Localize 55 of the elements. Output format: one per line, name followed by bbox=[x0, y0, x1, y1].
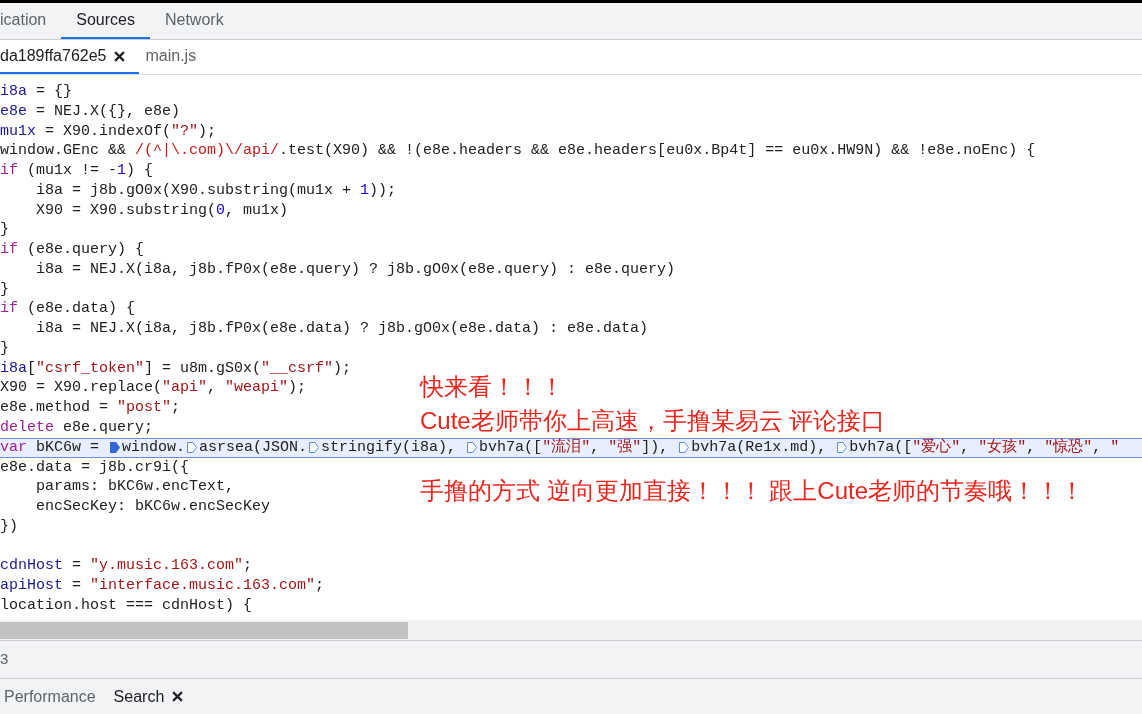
annotation-text: Cute老师带你上高速，手撸某易云 评论接口 bbox=[420, 406, 887, 436]
panel-tab[interactable]: ication bbox=[0, 3, 62, 39]
file-tab[interactable]: main.js bbox=[139, 40, 203, 74]
code-text: mu1x = X90.indexOf("?"); bbox=[0, 121, 217, 142]
code-text: window. bbox=[122, 438, 186, 457]
breakpoint-marker-icon[interactable] bbox=[186, 441, 199, 454]
breakpoint-marker-icon[interactable] bbox=[678, 441, 691, 454]
breakpoint-marker-icon[interactable] bbox=[109, 441, 122, 454]
code-text: e8e = NEJ.X({}, e8e) bbox=[0, 101, 181, 122]
code-text: bvh7a(Re1x.md), bbox=[691, 438, 828, 457]
code-text: X90 = X90.substring(0, mu1x) bbox=[35, 200, 289, 221]
tab-label: Performance bbox=[4, 686, 96, 707]
code-text: } bbox=[0, 220, 9, 240]
scrollbar-thumb[interactable] bbox=[0, 621, 408, 639]
close-icon[interactable] bbox=[114, 50, 126, 62]
breakpoint-marker-icon[interactable] bbox=[836, 441, 849, 454]
code-text: i8a = j8b.gO0x(X90.substring(mu1x + 1)); bbox=[35, 180, 397, 201]
code-text: asrsea(JSON. bbox=[199, 438, 308, 457]
panel-tab[interactable]: Network bbox=[149, 3, 239, 39]
status-text: 3 bbox=[0, 649, 9, 670]
code-text: } bbox=[0, 279, 9, 300]
code-text: encSecKey: bKC6w.encSecKey bbox=[35, 497, 271, 517]
file-name: da189ffa762e5 bbox=[0, 46, 107, 66]
code-text: cdnHost = "y.music.163.com"; bbox=[0, 556, 253, 576]
drawer-tab[interactable]: Search bbox=[99, 679, 198, 714]
drawer-tab[interactable]: Performance bbox=[0, 679, 100, 714]
code-text: location.host === cdnHost) { bbox=[0, 595, 253, 616]
code-text: if (e8e.query) { bbox=[0, 240, 145, 260]
breakpoint-marker-icon[interactable] bbox=[466, 441, 479, 454]
code-text: i8a = NEJ.X(i8a, j8b.fP0x(e8e.query) ? j8b.gO0x(e8e.query) : e8e.query) bbox=[35, 259, 676, 280]
code-text: if (e8e.data) { bbox=[0, 299, 136, 319]
code-text: X90 = X90.replace("api", "weapi"); bbox=[0, 378, 307, 398]
code-text: window.GEnc && /(^|\.com)\/api/.test(X90) && !(e8e.headers && e8e.headers[eu0x.Bp4t] == eu0x.HW9N) && !e8e.noEnc) { bbox=[0, 141, 1036, 161]
code-text: }) bbox=[0, 516, 18, 537]
tab-label: Search bbox=[113, 686, 165, 707]
code-text: delete e8e.query; bbox=[0, 417, 154, 438]
breakpoint-marker-icon[interactable] bbox=[308, 441, 321, 454]
code-text: i8a = {} bbox=[0, 82, 73, 102]
code-text: } bbox=[0, 338, 9, 359]
close-icon[interactable] bbox=[172, 691, 184, 702]
code-text: bvh7a(["流泪", "强"]), bbox=[479, 438, 670, 457]
code-text: if (mu1x != -1) { bbox=[0, 161, 154, 181]
code-text: e8e.data = j8b.cr9i({ bbox=[0, 457, 190, 478]
code-text: apiHost = "interface.music.163.com"; bbox=[0, 576, 325, 596]
annotation-text: 快来看！！！ bbox=[420, 372, 565, 402]
code-text: bvh7a(["爱心", "女孩", "惊恐", " bbox=[849, 438, 1120, 457]
annotation-text: 手撸的方式 逆向更加直接！！！ 跟上Cute老师的节奏哦！！！ bbox=[420, 476, 1085, 506]
code-text: i8a = NEJ.X(i8a, j8b.fP0x(e8e.data) ? j8b.gO0x(e8e.data) : e8e.data) bbox=[35, 319, 649, 339]
code-text: var bKC6w = bbox=[0, 438, 101, 457]
code-text: params: bKC6w.encText, bbox=[35, 477, 235, 497]
file-tab[interactable]: da189ffa762e5 bbox=[0, 40, 140, 74]
code-text: e8e.method = "post"; bbox=[0, 398, 181, 418]
file-name: main.js bbox=[145, 46, 197, 66]
code-text: i8a["csrf_token"] = u8m.gS0x("__csrf"); bbox=[0, 358, 352, 379]
code-text: stringify(i8a), bbox=[321, 438, 458, 457]
